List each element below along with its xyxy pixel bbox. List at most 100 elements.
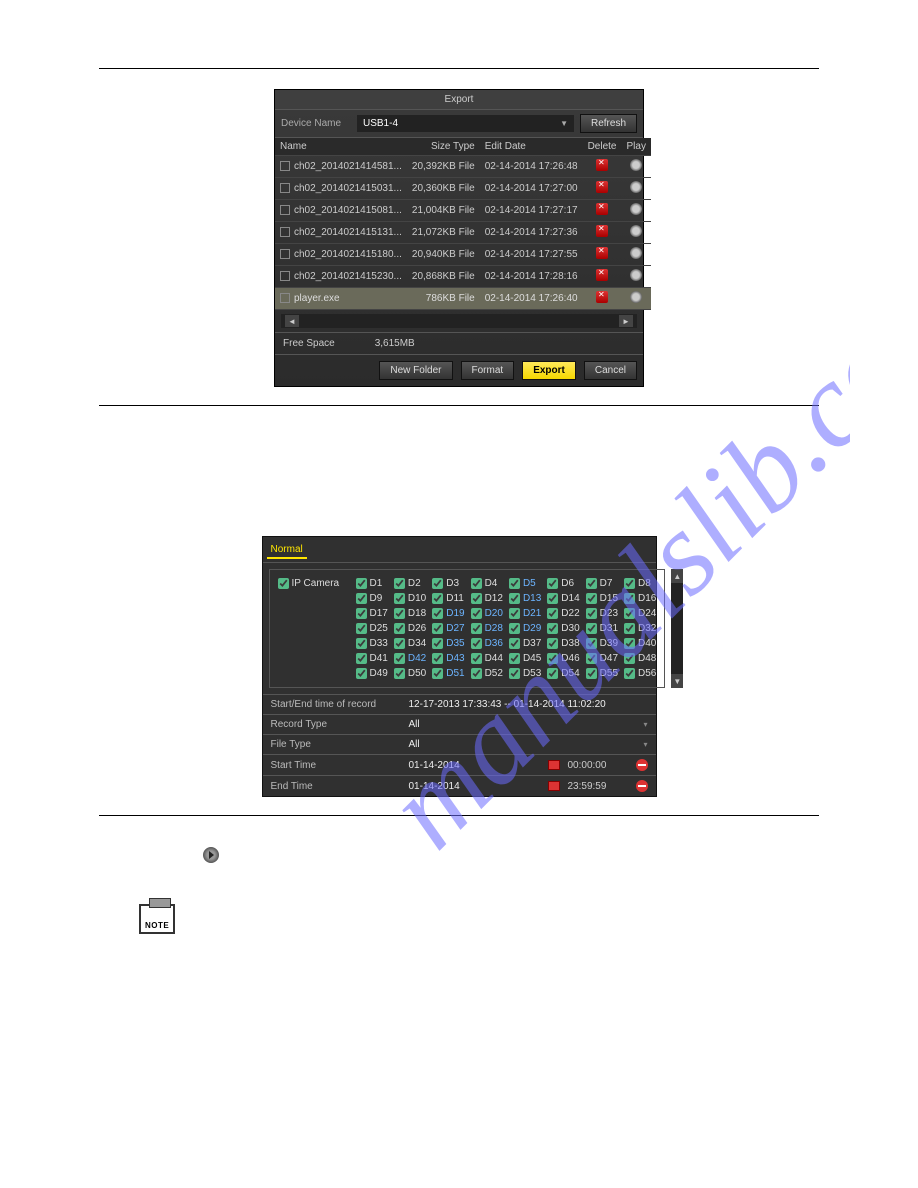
check-icon[interactable] [394,638,405,649]
check-icon[interactable] [586,623,597,634]
check-icon[interactable] [624,638,635,649]
camera-checkbox[interactable]: D21 [509,608,541,619]
camera-checkbox[interactable]: D54 [547,668,579,679]
check-icon[interactable] [432,593,443,604]
camera-checkbox[interactable]: D33 [356,638,388,649]
delete-icon[interactable] [596,225,608,237]
camera-checkbox[interactable]: D15 [586,593,618,604]
camera-checkbox[interactable]: D37 [509,638,541,649]
table-row[interactable]: ch02_2014021414581...20,392KB File02-14-… [275,156,651,178]
check-icon[interactable] [394,668,405,679]
camera-checkbox[interactable]: D4 [471,578,503,589]
check-icon[interactable] [509,578,520,589]
format-button[interactable]: Format [461,361,515,380]
delete-icon[interactable] [596,159,608,171]
camera-checkbox[interactable]: D34 [394,638,426,649]
camera-checkbox[interactable]: D3 [432,578,464,589]
check-icon[interactable] [394,578,405,589]
scroll-right-icon[interactable]: ► [619,315,633,327]
calendar-icon[interactable] [548,781,560,791]
clock-icon[interactable] [636,780,648,792]
check-icon[interactable] [432,653,443,664]
check-icon[interactable] [356,578,367,589]
camera-checkbox[interactable]: D35 [432,638,464,649]
play-icon[interactable] [630,291,642,303]
camera-checkbox[interactable]: D50 [394,668,426,679]
play-icon[interactable] [630,159,642,171]
check-icon[interactable] [624,668,635,679]
camera-checkbox[interactable]: D24 [624,608,656,619]
horizontal-scrollbar[interactable]: ◄ ► [281,314,637,328]
ip-camera-check-icon[interactable] [278,578,289,589]
camera-checkbox[interactable]: D38 [547,638,579,649]
camera-checkbox[interactable]: D10 [394,593,426,604]
check-icon[interactable] [624,608,635,619]
camera-checkbox[interactable]: D9 [356,593,388,604]
check-icon[interactable] [586,578,597,589]
table-row[interactable]: ch02_2014021415031...20,360KB File02-14-… [275,178,651,200]
check-icon[interactable] [432,623,443,634]
check-icon[interactable] [356,638,367,649]
end-time-field[interactable]: 23:59:59 [568,781,628,792]
end-date-field[interactable]: 01-14-2014 [409,781,540,792]
camera-checkbox[interactable]: D19 [432,608,464,619]
check-icon[interactable] [624,593,635,604]
check-icon[interactable] [432,668,443,679]
start-time-field[interactable]: 00:00:00 [568,760,628,771]
new-folder-button[interactable]: New Folder [379,361,452,380]
camera-checkbox[interactable]: D30 [547,623,579,634]
check-icon[interactable] [471,653,482,664]
col-editdate[interactable]: Edit Date [480,138,583,156]
refresh-button[interactable]: Refresh [580,114,637,133]
camera-checkbox[interactable]: D17 [356,608,388,619]
scroll-down-icon[interactable]: ▼ [671,674,683,688]
play-icon[interactable] [630,203,642,215]
delete-icon[interactable] [596,203,608,215]
camera-checkbox[interactable]: D7 [586,578,618,589]
vertical-scrollbar[interactable]: ▲ ▼ [671,569,683,688]
check-icon[interactable] [586,593,597,604]
ip-camera-checkbox[interactable]: IP Camera [278,578,348,589]
check-icon[interactable] [547,593,558,604]
check-icon[interactable] [624,578,635,589]
col-sizetype[interactable]: Size Type [407,138,480,156]
start-date-field[interactable]: 01-14-2014 [409,760,540,771]
camera-checkbox[interactable]: D23 [586,608,618,619]
check-icon[interactable] [547,668,558,679]
clock-icon[interactable] [636,759,648,771]
camera-checkbox[interactable]: D5 [509,578,541,589]
table-row[interactable]: ch02_2014021415081...21,004KB File02-14-… [275,200,651,222]
camera-checkbox[interactable]: D12 [471,593,503,604]
check-icon[interactable] [547,578,558,589]
camera-checkbox[interactable]: D1 [356,578,388,589]
camera-checkbox[interactable]: D8 [624,578,656,589]
camera-checkbox[interactable]: D31 [586,623,618,634]
check-icon[interactable] [356,668,367,679]
check-icon[interactable] [471,608,482,619]
scroll-up-icon[interactable]: ▲ [671,569,683,583]
camera-checkbox[interactable]: D51 [432,668,464,679]
camera-checkbox[interactable]: D28 [471,623,503,634]
check-icon[interactable] [509,623,520,634]
camera-checkbox[interactable]: D14 [547,593,579,604]
camera-checkbox[interactable]: D2 [394,578,426,589]
check-icon[interactable] [432,578,443,589]
scroll-left-icon[interactable]: ◄ [285,315,299,327]
table-row[interactable]: ch02_2014021415131...21,072KB File02-14-… [275,222,651,244]
check-icon[interactable] [547,623,558,634]
camera-checkbox[interactable]: D44 [471,653,503,664]
check-icon[interactable] [356,593,367,604]
check-icon[interactable] [394,593,405,604]
camera-checkbox[interactable]: D16 [624,593,656,604]
delete-icon[interactable] [596,291,608,303]
check-icon[interactable] [586,608,597,619]
tab-normal[interactable]: Normal [267,540,307,559]
check-icon[interactable] [432,638,443,649]
play-icon[interactable] [630,225,642,237]
record-type-dropdown[interactable]: All [409,719,636,730]
camera-checkbox[interactable]: D48 [624,653,656,664]
check-icon[interactable] [471,578,482,589]
export-button[interactable]: Export [522,361,576,380]
camera-checkbox[interactable]: D52 [471,668,503,679]
check-icon[interactable] [432,608,443,619]
